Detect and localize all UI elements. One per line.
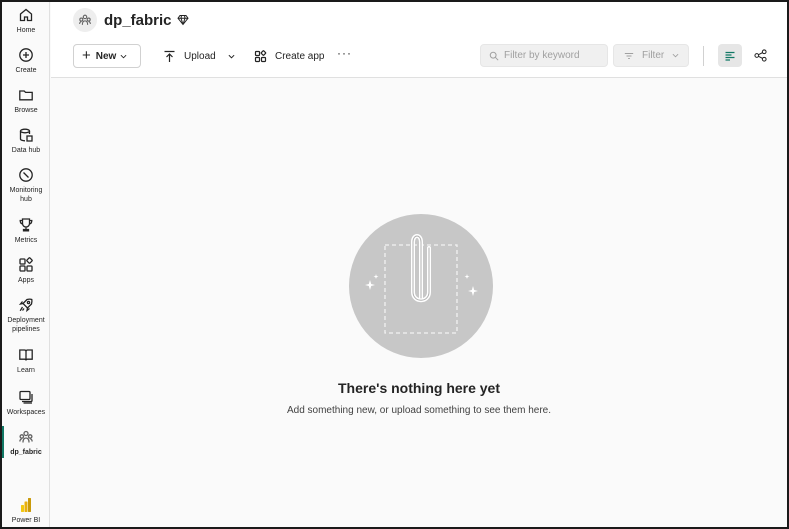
lineage-view-toggle[interactable] [750,44,770,67]
nav-item-browse[interactable]: Browse [2,87,50,115]
nav-label-create: Create [15,67,37,74]
nav-item-workspaces[interactable]: Workspaces [2,389,50,417]
toolbar-divider [703,46,704,66]
filter-search-box[interactable] [480,44,608,67]
empty-state-title: There's nothing here yet [337,380,501,396]
nav-item-learn[interactable]: Learn [2,347,50,375]
new-button-label: New [95,50,117,62]
nav-item-monitoring-hub[interactable]: Monitoring hub [2,167,50,204]
chevron-down-icon [228,54,235,59]
nav-label-metrics: Metrics [14,237,38,244]
apps-icon [19,257,33,272]
power-bi-logo-icon [21,498,31,512]
nav-label-home: Home [16,27,36,34]
workspace-header: dp_fabric + New Upload Create app ··· Fi… [51,2,787,78]
workspace-group-icon [79,14,91,25]
plus-icon: + [82,47,91,64]
apps-icon [254,49,267,62]
create-app-button[interactable]: Create app [254,44,324,68]
nav-item-metrics[interactable]: Metrics [2,217,50,245]
upload-button-label: Upload [184,50,216,62]
home-icon [19,8,33,22]
search-input[interactable] [504,50,604,61]
chevron-down-icon [120,54,127,58]
chevron-down-icon [672,53,679,58]
new-item-button[interactable]: + New [73,44,141,68]
nav-item-create[interactable]: Create [2,47,50,75]
left-nav-rail: Home Create Browse Data hub Monitoring h… [2,2,50,527]
more-options-button[interactable]: ··· [337,46,352,60]
nav-label-apps: Apps [18,277,34,284]
filter-button[interactable]: Filter [613,44,689,67]
folder-icon [19,90,33,101]
filter-icon [624,52,634,59]
create-app-button-label: Create app [275,50,325,62]
filter-button-label: Filter [642,50,665,61]
premium-diamond-icon[interactable] [177,14,189,26]
nav-label-dp-fabric: dp_fabric [10,449,42,456]
trophy-icon [19,218,33,232]
app-frame: Home Create Browse Data hub Monitoring h… [0,0,789,529]
create-icon [19,48,33,62]
workspace-group-icon [19,430,33,443]
nav-label-data-hub: Data hub [11,147,41,154]
upload-icon [164,50,175,62]
list-view-toggle[interactable] [718,44,742,67]
workspace-avatar [73,8,97,32]
workspaces-icon [19,390,33,404]
rocket-icon [18,298,33,313]
nav-item-home[interactable]: Home [2,7,50,35]
nav-label-workspaces: Workspaces [6,409,46,416]
page-title: dp_fabric [104,12,172,29]
monitoring-icon [19,168,33,182]
nav-item-deployment-pipelines[interactable]: Deployment pipelines [2,297,50,334]
list-view-icon [725,51,735,61]
nav-label-monitoring-hub: Monitoring hub [9,187,43,203]
nav-item-data-hub[interactable]: Data hub [2,127,50,155]
nav-item-apps[interactable]: Apps [2,257,50,285]
nav-label-learn: Learn [17,367,35,374]
empty-state-illustration [349,214,493,358]
book-icon [19,349,33,361]
lineage-icon [753,49,767,62]
nav-label-power-bi: Power BI [11,517,41,524]
nav-label-deployment-pipelines: Deployment pipelines [7,317,45,333]
upload-button[interactable]: Upload [163,44,235,68]
nav-item-power-bi[interactable]: Power BI [2,497,50,525]
nav-label-browse: Browse [14,107,38,114]
database-icon [19,128,33,142]
empty-state-subtitle: Add something new, or upload something t… [286,405,552,416]
paperclip-icon [365,234,478,334]
nav-item-dp-fabric[interactable]: dp_fabric [2,429,50,457]
search-icon [489,51,499,61]
